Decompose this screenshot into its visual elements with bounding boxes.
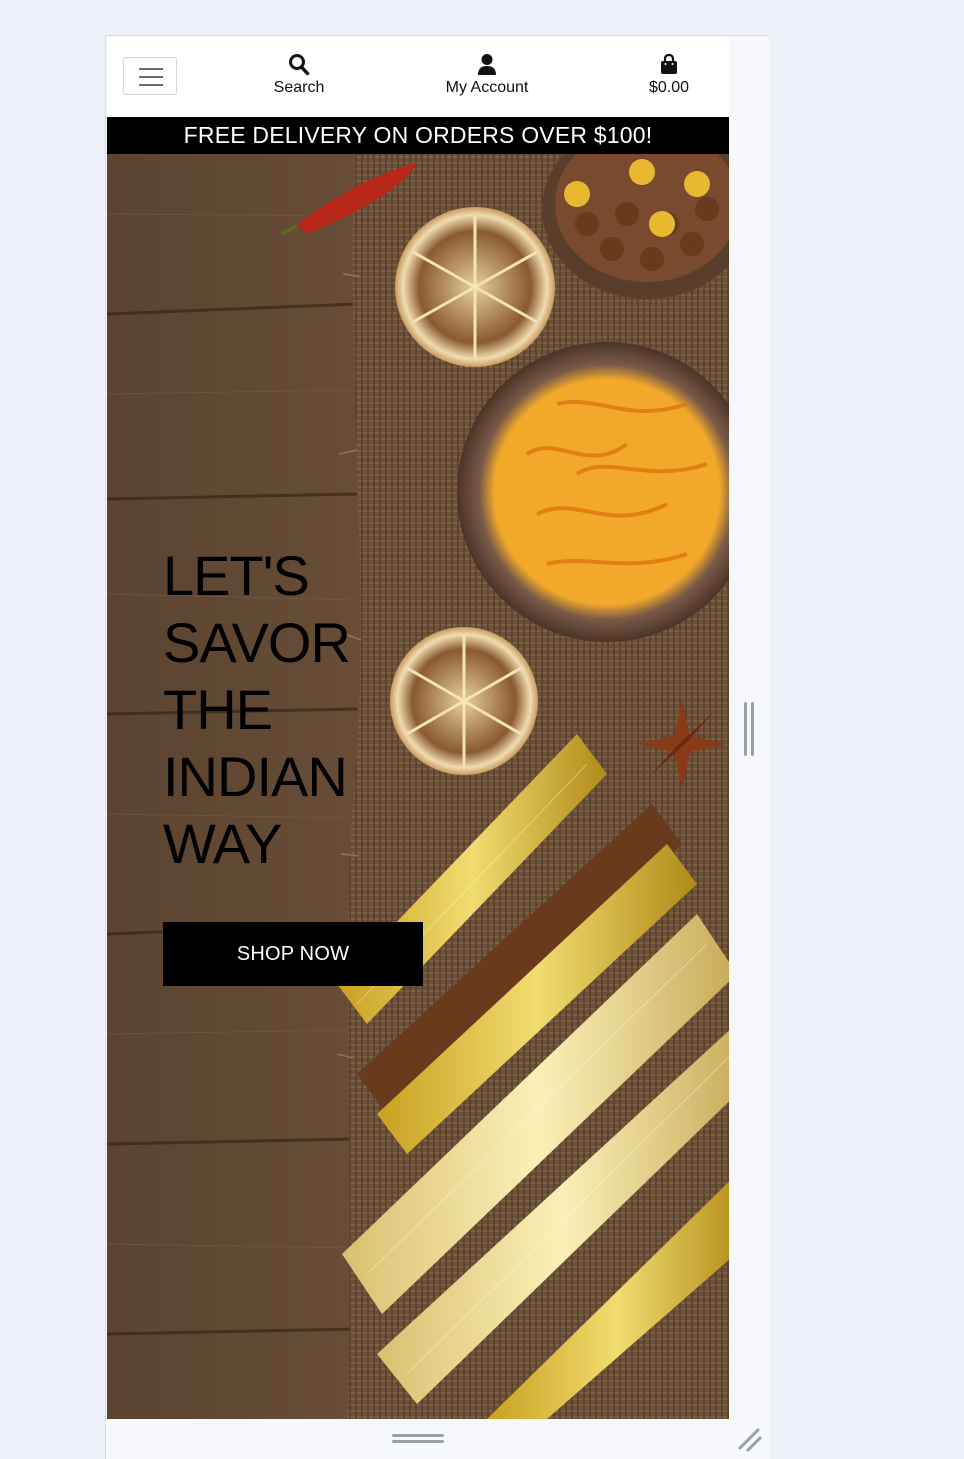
search-icon [289, 54, 310, 76]
resize-handle-right[interactable] [742, 702, 756, 756]
hero-heading-line: THE [163, 678, 273, 741]
cart-total-label: $0.00 [648, 79, 690, 96]
hero-section: LET'S SAVOR THE INDIAN WAY SHOP NOW [107, 154, 729, 1419]
hero-heading-line: SAVOR [163, 611, 351, 674]
device-frame: Search My Account $0.00 FREE DELIVERY ON… [105, 35, 769, 1459]
shop-now-button[interactable]: SHOP NOW [163, 922, 423, 986]
nav-search-link[interactable]: Search [267, 53, 331, 97]
nav-search-label: Search [273, 79, 325, 96]
hero-heading-line: INDIAN [163, 745, 348, 808]
hero-heading-line: LET'S [163, 544, 310, 607]
nav-account-label: My Account [445, 79, 529, 96]
resize-corner-icon[interactable] [734, 1424, 764, 1454]
hero-heading: LET'S SAVOR THE INDIAN WAY [163, 542, 423, 877]
page-viewport: Search My Account $0.00 FREE DELIVERY ON… [107, 37, 729, 1419]
menu-toggle-button[interactable] [123, 57, 177, 95]
nav-account-link[interactable]: My Account [437, 53, 537, 97]
hero-heading-line: WAY [163, 812, 282, 875]
hamburger-menu-icon [139, 68, 163, 70]
user-icon [478, 54, 496, 75]
nav-cart-link[interactable]: $0.00 [637, 53, 701, 97]
shopping-bag-icon [661, 53, 677, 74]
top-navbar: Search My Account $0.00 [107, 37, 729, 117]
free-delivery-banner: FREE DELIVERY ON ORDERS OVER $100! [107, 117, 729, 154]
resize-handle-bottom[interactable] [392, 1432, 446, 1446]
